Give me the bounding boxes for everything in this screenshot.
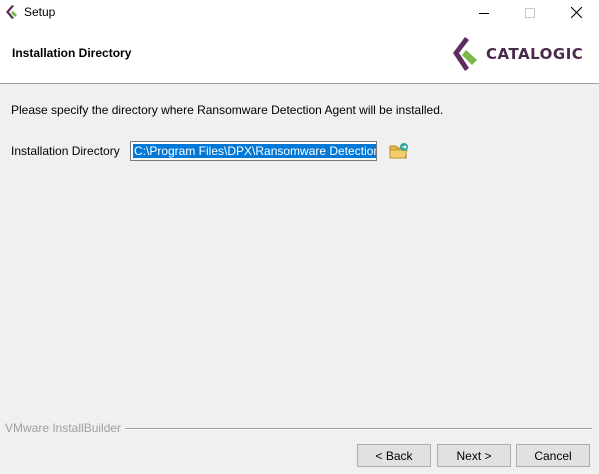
footer-separator bbox=[120, 428, 592, 430]
title-bar[interactable]: Setup bbox=[0, 0, 599, 25]
window-title: Setup bbox=[24, 5, 56, 19]
next-button[interactable]: Next > bbox=[437, 444, 511, 467]
app-icon bbox=[6, 5, 17, 19]
minimize-button[interactable] bbox=[461, 0, 507, 25]
maximize-icon bbox=[525, 7, 535, 18]
minimize-icon bbox=[479, 12, 489, 14]
setup-window: Setup Installation Directory CATALOGIC P… bbox=[0, 0, 599, 474]
catalogic-logo: CATALOGIC bbox=[450, 36, 585, 72]
instruction-text: Please specify the directory where Ranso… bbox=[11, 103, 444, 117]
folder-browse-icon bbox=[389, 143, 408, 159]
maximize-button[interactable] bbox=[507, 0, 553, 25]
close-icon bbox=[570, 7, 582, 18]
installation-directory-input[interactable]: C:\Program Files\DPX\Ransomware Detectio… bbox=[130, 141, 377, 161]
catalogic-logo-mark-icon bbox=[453, 37, 477, 71]
directory-value: C:\Program Files\DPX\Ransomware Detectio… bbox=[133, 144, 376, 158]
browse-button[interactable] bbox=[389, 142, 409, 160]
wizard-header: Installation Directory CATALOGIC bbox=[0, 25, 599, 84]
installer-brand: VMware InstallBuilder bbox=[5, 421, 126, 435]
close-button[interactable] bbox=[553, 0, 599, 25]
page-title: Installation Directory bbox=[12, 46, 132, 60]
logo-text: CATALOGIC bbox=[486, 45, 584, 63]
back-button[interactable]: < Back bbox=[357, 444, 431, 467]
directory-label: Installation Directory bbox=[11, 144, 120, 158]
cancel-button[interactable]: Cancel bbox=[516, 444, 590, 467]
